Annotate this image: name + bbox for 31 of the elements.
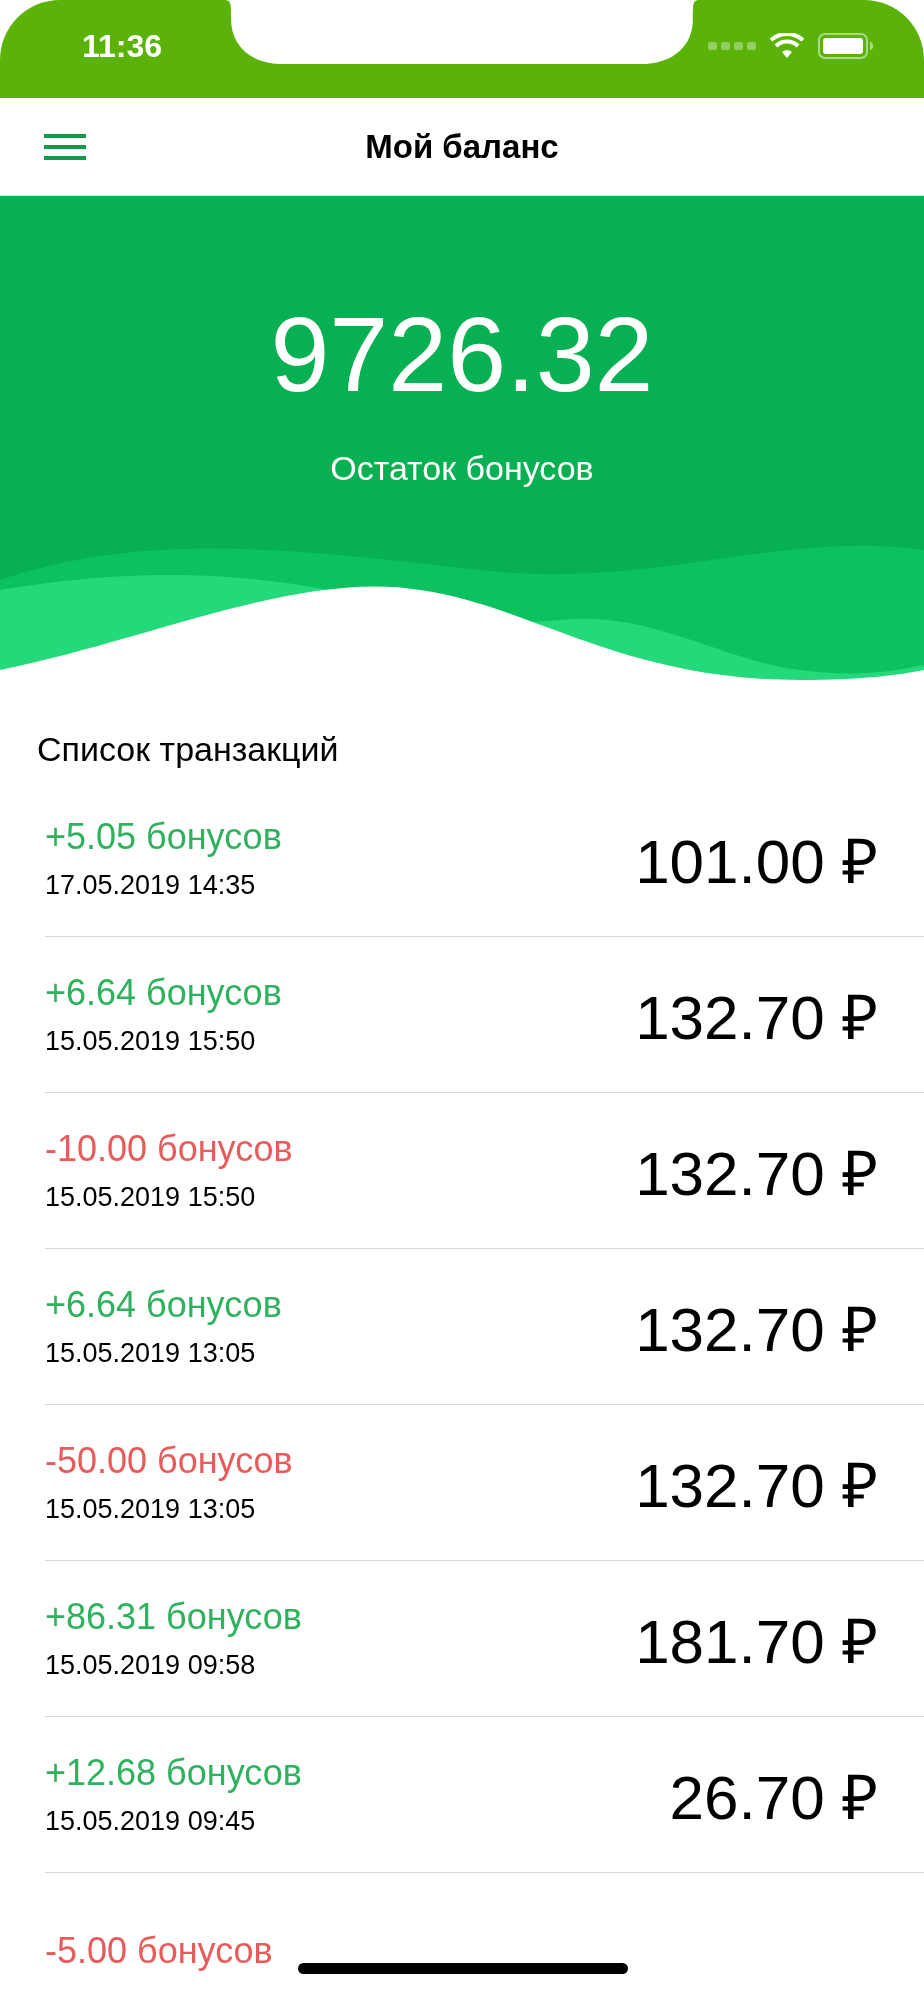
transaction-date: 17.05.2019 14:35 (45, 870, 257, 901)
bonus-change: +6.64 бонусов (45, 1284, 282, 1326)
transaction-amount: 132.70 ₽ (635, 981, 878, 1054)
transaction-date: 15.05.2019 13:05 (45, 1338, 257, 1369)
transaction-date: 15.05.2019 15:50 (45, 1026, 257, 1057)
bonus-change: +86.31 бонусов (45, 1596, 302, 1638)
transaction-amount: 101.00 ₽ (635, 825, 878, 898)
transaction-amount: 132.70 ₽ (635, 1293, 878, 1366)
transaction-amount: 26.70 ₽ (669, 1761, 878, 1834)
transaction-amount: 181.70 ₽ (635, 1605, 878, 1678)
wifi-icon (770, 33, 804, 59)
bonus-change: -10.00 бонусов (45, 1128, 293, 1170)
transaction-date: 15.05.2019 13:05 (45, 1494, 257, 1525)
screen-title: Мой баланс (365, 127, 559, 166)
bonus-change: -50.00 бонусов (45, 1440, 293, 1482)
section-heading: Список транзакций (36, 729, 340, 769)
transaction-date: 15.05.2019 09:45 (45, 1806, 257, 1837)
battery-icon (818, 33, 874, 59)
transaction-date: 15.05.2019 09:58 (45, 1650, 257, 1681)
balance-amount: 9726.32 (270, 296, 654, 413)
bonus-change: +12.68 бонусов (45, 1752, 302, 1794)
menu-icon[interactable] (44, 132, 86, 162)
transaction-amount: 132.70 ₽ (635, 1449, 878, 1522)
transaction-date: 15.05.2019 15:50 (45, 1182, 257, 1213)
balance-caption: Остаток бонусов (330, 448, 594, 488)
bonus-change: +6.64 бонусов (45, 972, 282, 1014)
clock: 11:36 (82, 27, 163, 65)
transaction-amount: 132.70 ₽ (635, 1137, 878, 1210)
signal-icon (708, 41, 756, 51)
bonus-change: +5.05 бонусов (45, 816, 282, 858)
bonus-change: -5.00 бонусов (45, 1929, 273, 1972)
